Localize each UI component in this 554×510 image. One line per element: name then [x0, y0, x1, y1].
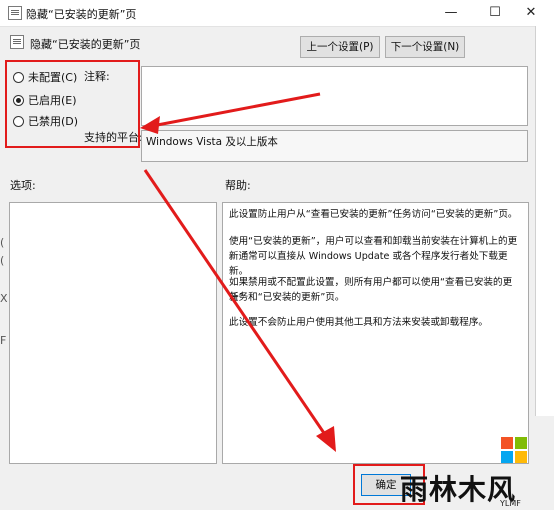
annotation-arrows	[140, 92, 336, 452]
watermark-subtext: YLMF	[500, 499, 521, 508]
windows-logo-watermark	[501, 437, 527, 463]
watermark-text: 雨林木风	[400, 473, 517, 506]
arrow-to-ok-button	[143, 169, 336, 452]
arrow-to-options	[140, 92, 321, 134]
